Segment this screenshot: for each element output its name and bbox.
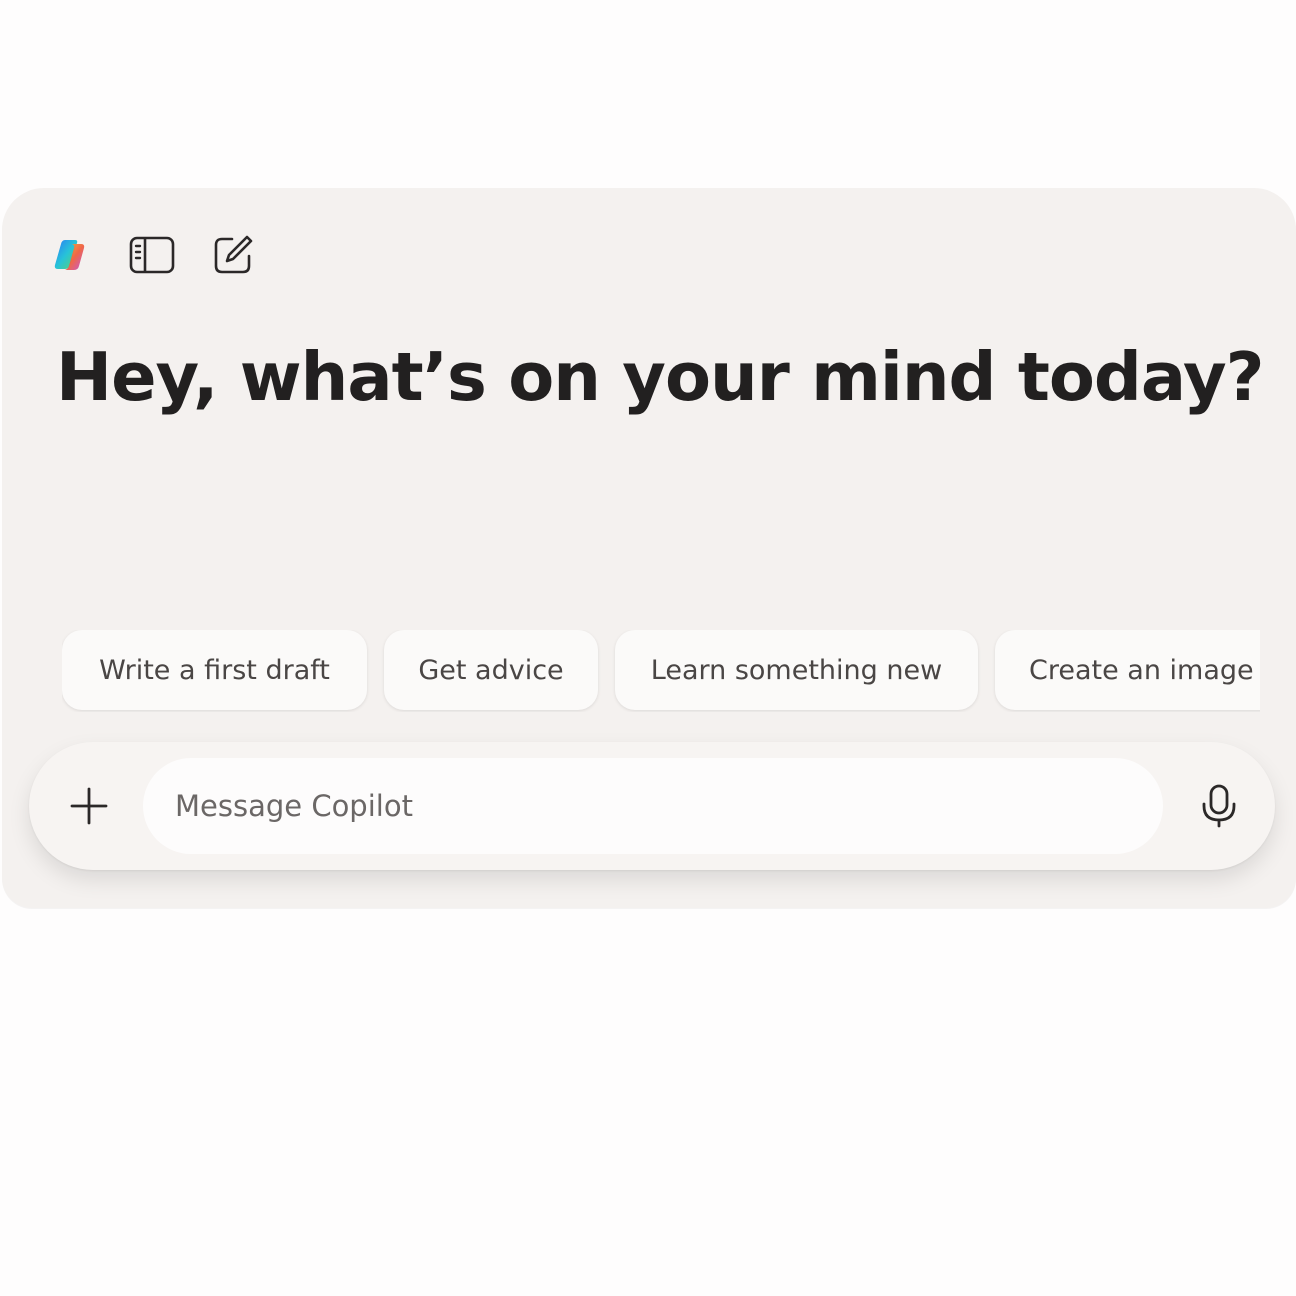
copilot-logo-icon: [54, 240, 85, 270]
sidebar-toggle-button[interactable]: [129, 232, 175, 278]
suggestion-chip-write-draft[interactable]: Write a first draft: [62, 630, 367, 710]
suggestion-chip-create-image[interactable]: Create an image: [995, 630, 1260, 710]
add-attachment-button[interactable]: [59, 776, 119, 836]
message-input[interactable]: [143, 758, 1163, 854]
microphone-icon: [1202, 784, 1236, 828]
copilot-window: Hey, what’s on your mind today? Write a …: [2, 188, 1296, 908]
message-composer: [29, 742, 1275, 870]
sidebar-toggle-icon: [129, 236, 175, 274]
new-chat-button[interactable]: [210, 232, 256, 278]
toolbar: [48, 232, 256, 278]
suggestion-chip-learn-something[interactable]: Learn something new: [615, 630, 978, 710]
greeting-heading: Hey, what’s on your mind today?: [56, 338, 1265, 416]
suggestion-chips: Write a first draft Get advice Learn som…: [62, 630, 1260, 712]
voice-input-button[interactable]: [1189, 776, 1249, 836]
suggestion-chip-get-advice[interactable]: Get advice: [384, 630, 598, 710]
plus-icon: [70, 787, 108, 825]
copilot-logo-button[interactable]: [48, 232, 94, 278]
compose-icon: [214, 235, 253, 274]
